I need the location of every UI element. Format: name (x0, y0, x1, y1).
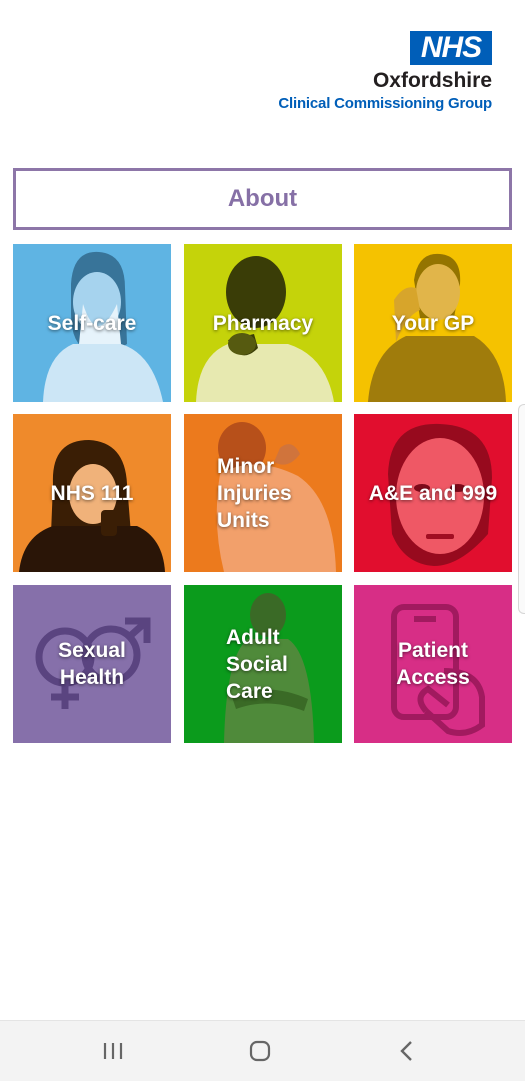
tile-label: Sexual Health (58, 639, 126, 689)
tile-ae-and-999[interactable]: A&E and 999 (354, 414, 512, 572)
edge-panel-handle[interactable] (518, 404, 525, 614)
tile-minor-injuries-units[interactable]: Minor Injuries Units (184, 414, 342, 572)
recent-apps-icon (103, 1043, 123, 1059)
tile-adult-social-care[interactable]: Adult Social Care (184, 585, 342, 743)
recent-apps-button[interactable] (93, 1035, 133, 1067)
organisation-subtitle: Clinical Commissioning Group (278, 95, 492, 112)
about-label: About (227, 185, 298, 212)
tile-label: Your GP (391, 311, 475, 335)
back-button[interactable] (387, 1035, 427, 1067)
tile-label: NHS 111 (50, 481, 134, 505)
tile-label: Patient Access (396, 639, 470, 689)
about-button[interactable]: About (13, 168, 512, 230)
organisation-name: Oxfordshire (372, 69, 492, 92)
tile-label: Minor Injuries Units (217, 454, 292, 532)
back-icon (400, 1041, 412, 1061)
tile-your-gp[interactable]: Your GP (354, 244, 512, 402)
home-button[interactable] (240, 1035, 280, 1067)
tile-nhs-111[interactable]: NHS 111 (13, 414, 171, 572)
nhs-logo: NHS Oxfordshire Clinical Commissioning G… (260, 31, 492, 115)
tile-patient-access[interactable]: Patient Access (354, 585, 512, 743)
tile-label: A&E and 999 (368, 481, 498, 505)
nhs-badge: NHS (410, 31, 492, 65)
navigation-bar (0, 1020, 525, 1081)
tile-label: Adult Social Care (226, 625, 288, 703)
tile-sexual-health[interactable]: Sexual Health (13, 585, 171, 743)
home-icon (249, 1040, 271, 1062)
tile-pharmacy[interactable]: Pharmacy (184, 244, 342, 402)
tile-label: Pharmacy (212, 311, 314, 335)
tile-self-care[interactable]: Self-care (13, 244, 171, 402)
tile-label: Self-care (47, 311, 137, 335)
